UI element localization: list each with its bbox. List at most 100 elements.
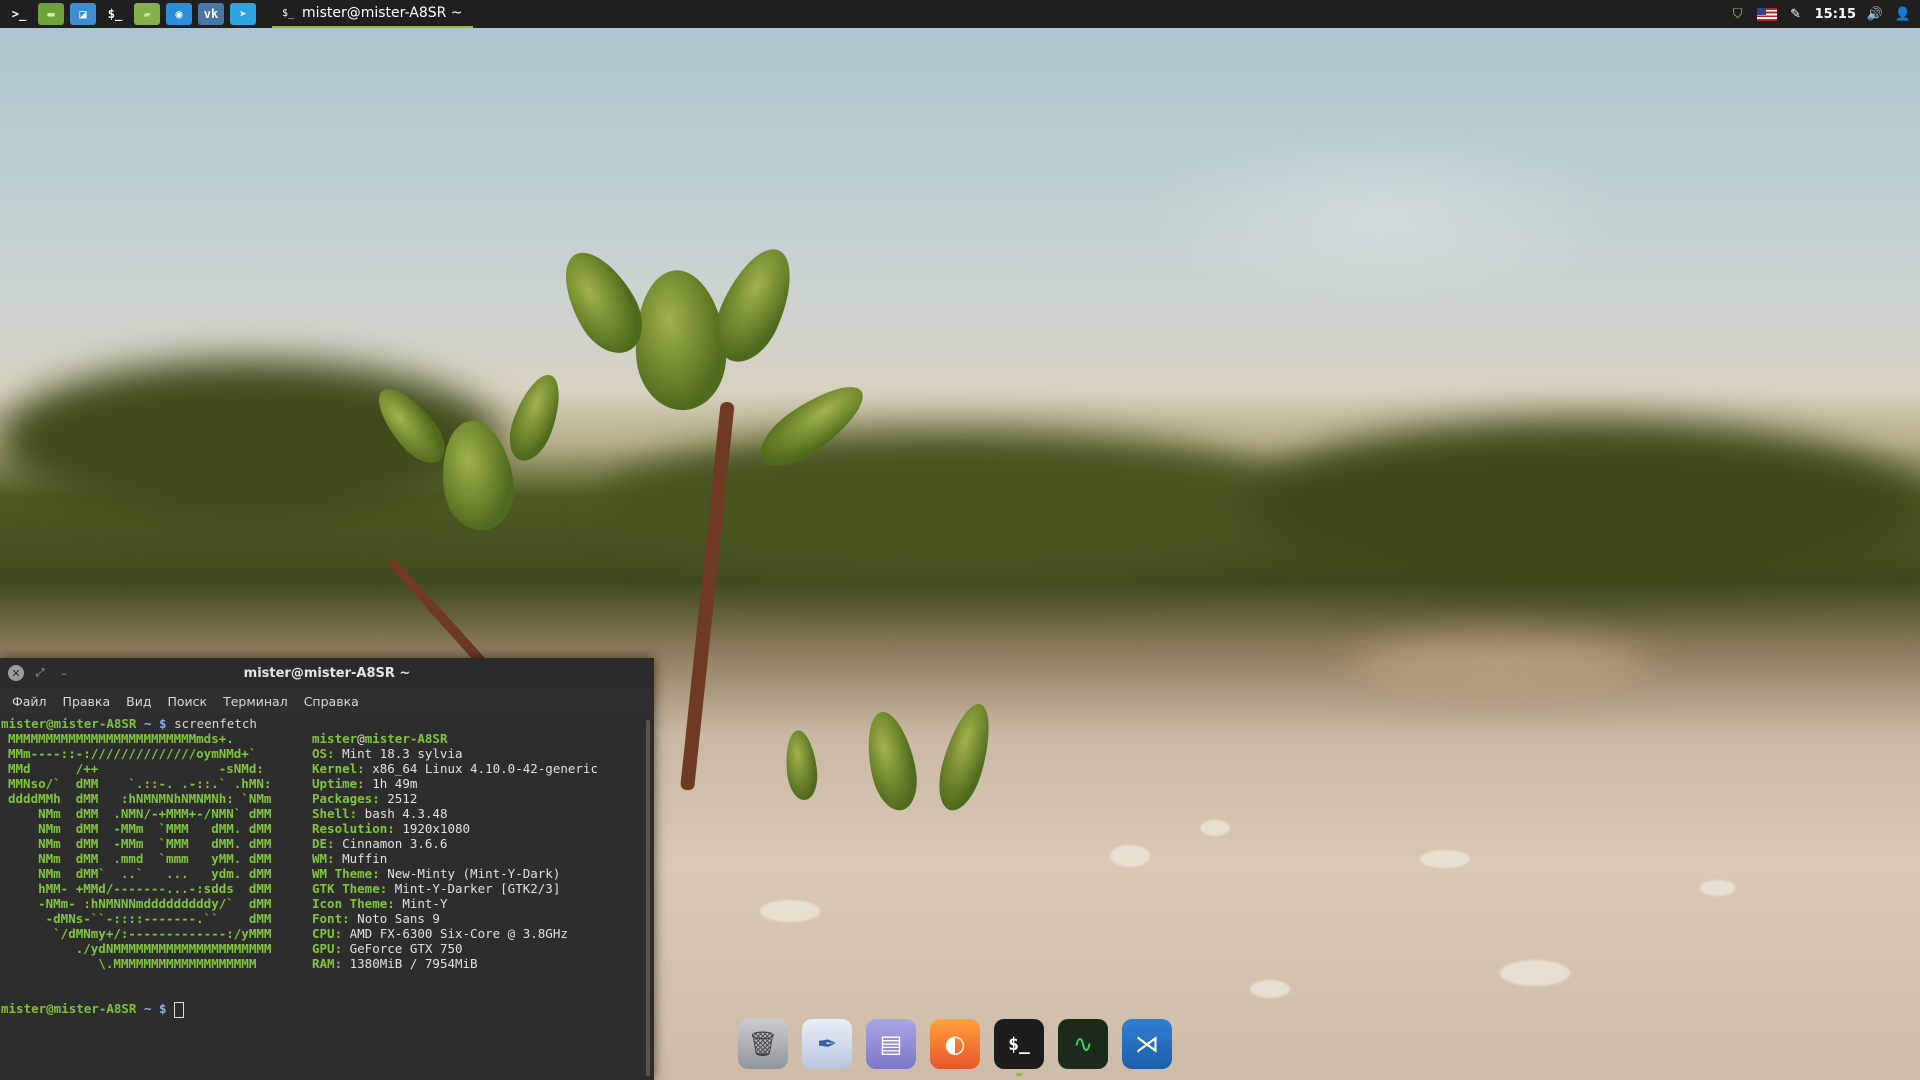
terminal-small-icon: $_ bbox=[282, 7, 295, 19]
info-key: Uptime: bbox=[312, 776, 365, 791]
command-line: mister@mister-A8SR ~ $ screenfetch bbox=[1, 716, 644, 731]
info-value: Mint-Y-Darker [GTK2/3] bbox=[387, 881, 561, 896]
info-value: Muffin bbox=[334, 851, 388, 866]
info-key: OS: bbox=[312, 746, 335, 761]
prompt-suffix: ~ $ bbox=[136, 716, 175, 731]
minimize-button[interactable]: – bbox=[56, 665, 72, 681]
logo-line: NMm dMM -MMm `MMM dMM. dMM bbox=[8, 836, 272, 851]
info-key: GTK Theme: bbox=[312, 881, 388, 896]
info-row: RAM: 1380MiB / 7954MiB bbox=[312, 956, 598, 971]
current-prompt: mister@mister-A8SR ~ $ bbox=[1, 1001, 185, 1018]
pen-icon[interactable]: ✎ bbox=[1787, 6, 1805, 22]
info-value: 2512 bbox=[379, 791, 418, 806]
menu-item[interactable]: Вид bbox=[118, 694, 159, 709]
terminal-titlebar[interactable]: ✕ ⤢ – mister@mister-A8SR ~ bbox=[0, 658, 654, 688]
feather-icon[interactable]: ✒ bbox=[802, 1019, 852, 1069]
firefox-icon[interactable]: ◐ bbox=[930, 1019, 980, 1069]
info-value: Cinnamon 3.6.6 bbox=[334, 836, 448, 851]
info-key: CPU: bbox=[312, 926, 343, 941]
maximize-button[interactable]: ⤢ bbox=[32, 665, 48, 681]
system-info: mister@mister-A8SR OS: Mint 18.3 sylvia K… bbox=[312, 731, 598, 971]
prompt-user: mister@mister-A8SR bbox=[1, 716, 137, 731]
close-button[interactable]: ✕ bbox=[8, 665, 24, 681]
vscode-icon[interactable]: ⋊ bbox=[1122, 1019, 1172, 1069]
info-value: Noto Sans 9 bbox=[349, 911, 440, 926]
terminal-glyph: $_ bbox=[1008, 1033, 1030, 1055]
info-value: 1h 49m bbox=[364, 776, 418, 791]
logo-line: MMMMMMMMMMMMMMMMMMMMMMMMMmds+. bbox=[8, 731, 234, 746]
menu-item[interactable]: Правка bbox=[55, 694, 119, 709]
keyboard-layout-flag-icon[interactable] bbox=[1756, 7, 1777, 21]
command-text: screenfetch bbox=[174, 716, 257, 731]
terminal-window: ✕ ⤢ – mister@mister-A8SR ~ Файл Правка Вид… bbox=[0, 658, 654, 1080]
text-cursor bbox=[174, 1001, 185, 1018]
logo-line: NMm dMM .NMN/-+MMM+-/NMN` dMM bbox=[8, 806, 272, 821]
terminal-output[interactable]: mister@mister-A8SR ~ $ screenfetch MMMMM… bbox=[0, 714, 644, 1080]
terminal-icon[interactable]: $_ bbox=[994, 1019, 1044, 1076]
logo-line: NMm dMM` ..` ... ydm. dMM bbox=[8, 866, 272, 881]
clock[interactable]: 15:15 bbox=[1815, 7, 1856, 22]
software-launcher-icon[interactable]: ◪ bbox=[70, 3, 96, 25]
mint-ascii-logo: MMMMMMMMMMMMMMMMMMMMMMMMMmds+. MMm----::-… bbox=[8, 731, 271, 971]
text-editor-icon[interactable]: ▤ bbox=[866, 1019, 916, 1069]
info-value: x86_64 Linux 4.10.0-42-generic bbox=[364, 761, 598, 776]
panel-launchers: >_ ▬ ◪ $_ ▰ ◉ vk ➤ bbox=[0, 3, 256, 25]
trash-icon[interactable]: 🗑 bbox=[738, 1019, 788, 1069]
info-row: Icon Theme: Mint-Y bbox=[312, 896, 598, 911]
info-key: Shell: bbox=[312, 806, 358, 821]
telegram-launcher-icon[interactable]: ➤ bbox=[230, 3, 256, 25]
dock: 🗑 ✒ ▤ ◐ $_ ∿ ⋊ bbox=[738, 1012, 1172, 1076]
logo-line: NMm dMM -MMm `MMM dMM. dMM bbox=[8, 821, 272, 836]
vk-launcher-icon[interactable]: vk bbox=[198, 3, 224, 25]
info-value: 1380MiB / 7954MiB bbox=[342, 956, 478, 971]
skype-launcher-icon[interactable]: ◉ bbox=[166, 3, 192, 25]
info-key: WM: bbox=[312, 851, 335, 866]
running-indicator bbox=[1016, 1073, 1022, 1076]
system-monitor-icon[interactable]: ∿ bbox=[1058, 1019, 1108, 1069]
menu-item[interactable]: Терминал bbox=[215, 694, 296, 709]
logo-line: ./ydNMMMMMMMMMMMMMMMMMMMMM bbox=[8, 941, 272, 956]
info-row: OS: Mint 18.3 sylvia bbox=[312, 746, 598, 761]
header-host: mister-A8SR bbox=[364, 731, 448, 746]
user-icon[interactable]: 👤 bbox=[1894, 6, 1912, 22]
logo-line: \.MMMMMMMMMMMMMMMMMMM bbox=[8, 956, 257, 971]
info-key: Packages: bbox=[312, 791, 380, 806]
info-row: Shell: bash 4.3.48 bbox=[312, 806, 598, 821]
logo-line: MMNso/` dMM `.::-. .-::.` .hMN: bbox=[8, 776, 272, 791]
feather-glyph: ✒ bbox=[816, 1030, 838, 1058]
info-row: WM: Muffin bbox=[312, 851, 598, 866]
terminal-scrollbar[interactable] bbox=[646, 720, 650, 1076]
info-value: AMD FX-6300 Six-Core @ 3.8GHz bbox=[342, 926, 568, 941]
prompt-user: mister@mister-A8SR bbox=[1, 1001, 137, 1016]
info-row: Resolution: 1920x1080 bbox=[312, 821, 598, 836]
prompt-suffix: ~ $ bbox=[136, 1001, 175, 1016]
shield-icon[interactable]: ⛉ bbox=[1729, 6, 1747, 22]
info-row: Kernel: x86_64 Linux 4.10.0-42-generic bbox=[312, 761, 598, 776]
taskbar-window-label: mister@mister-A8SR ~ bbox=[302, 5, 463, 21]
volume-icon[interactable]: 🔊 bbox=[1866, 6, 1884, 22]
logo-line: MMm----::-://////////////oymNMd+` bbox=[8, 746, 257, 761]
info-value: bash 4.3.48 bbox=[357, 806, 448, 821]
menu-item[interactable]: Файл bbox=[4, 694, 55, 709]
info-row: CPU: AMD FX-6300 Six-Core @ 3.8GHz bbox=[312, 926, 598, 941]
info-row: GPU: GeForce GTX 750 bbox=[312, 941, 598, 956]
taskbar-window-terminal[interactable]: $_ mister@mister-A8SR ~ bbox=[272, 0, 473, 28]
terminal-launcher-icon[interactable]: >_ bbox=[6, 3, 32, 25]
info-value: Mint 18.3 sylvia bbox=[334, 746, 463, 761]
info-row: Font: Noto Sans 9 bbox=[312, 911, 598, 926]
info-key: RAM: bbox=[312, 956, 343, 971]
logo-line: -dMNs-``-::::-------.`` dMM bbox=[8, 911, 272, 926]
system-monitor-glyph: ∿ bbox=[1072, 1030, 1094, 1058]
top-panel: >_ ▬ ◪ $_ ▰ ◉ vk ➤ $_ mister@mister-A8SR ~ ⛉ ✎ … bbox=[0, 0, 1920, 28]
firefox-glyph: ◐ bbox=[944, 1030, 966, 1058]
files-launcher-icon[interactable]: ▬ bbox=[38, 3, 64, 25]
folder-launcher-icon[interactable]: ▰ bbox=[134, 3, 160, 25]
terminal2-launcher-icon[interactable]: $_ bbox=[102, 3, 128, 25]
info-key: DE: bbox=[312, 836, 335, 851]
menu-item[interactable]: Поиск bbox=[159, 694, 215, 709]
terminal-menubar: Файл Правка Вид Поиск Терминал Справка bbox=[0, 688, 654, 714]
info-value: New-Minty (Mint-Y-Dark) bbox=[379, 866, 561, 881]
system-tray: ⛉ ✎ 15:15 🔊 👤 bbox=[1729, 6, 1920, 22]
info-row: DE: Cinnamon 3.6.6 bbox=[312, 836, 598, 851]
menu-item[interactable]: Справка bbox=[296, 694, 367, 709]
